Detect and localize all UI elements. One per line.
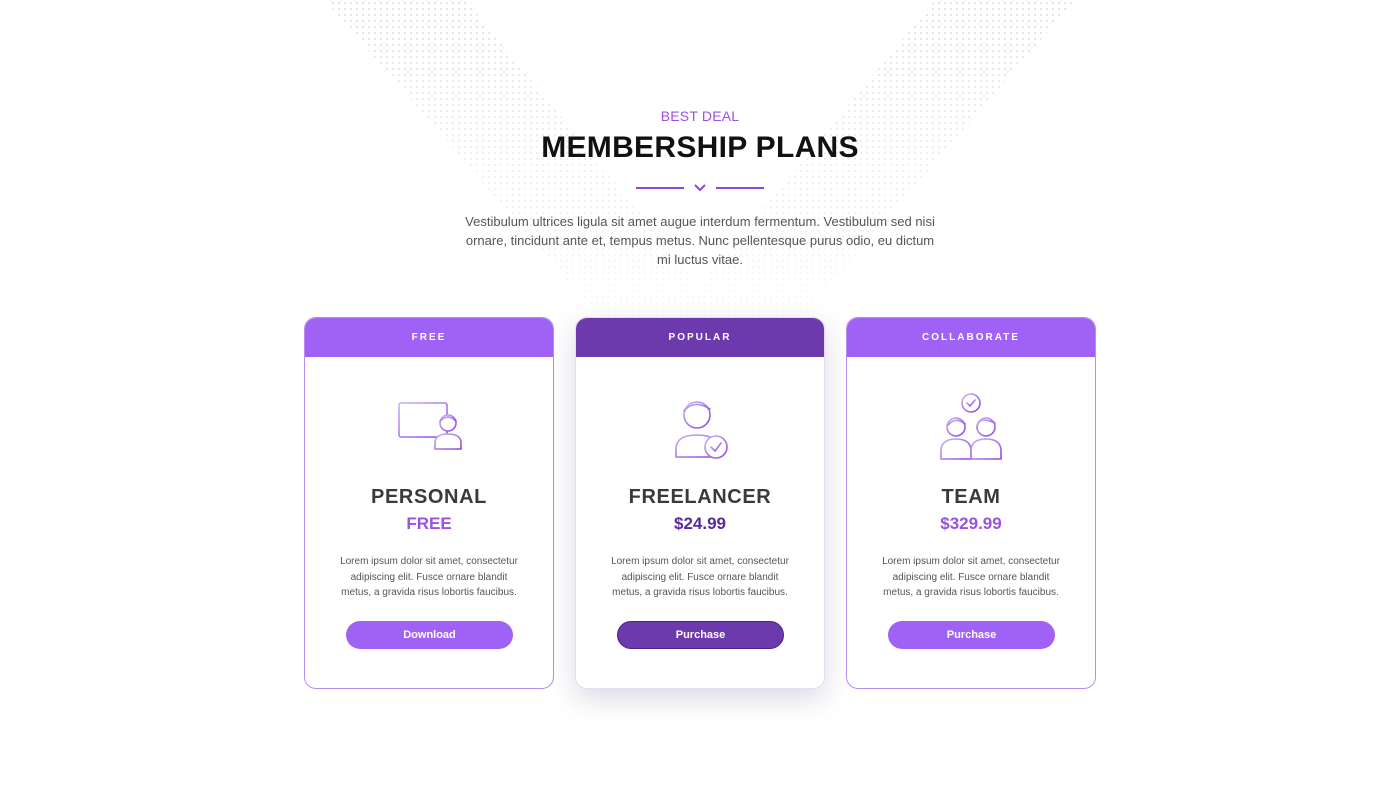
plan-tag: COLLABORATE [847,318,1095,357]
divider-line-left [636,187,684,189]
computer-user-icon [393,393,465,465]
plan-name: PERSONAL [371,486,487,508]
eyebrow-text: BEST DEAL [660,108,740,124]
plan-description: Lorem ipsum dolor sit amet, consectetur … [882,556,1060,598]
plan-card-team: COLLABORATE TEAM $329.99 Lorem ipsum dol… [846,317,1096,689]
plan-price: FREE [406,514,452,533]
divider-line-right [716,187,764,189]
team-icon [935,393,1007,465]
plans-grid: FREE PERSONAL FREE Lorem ipsum dolor sit… [304,317,1096,689]
download-button[interactable]: Download [346,621,513,649]
purchase-button[interactable]: Purchase [888,621,1055,649]
plan-price: $24.99 [674,514,726,533]
plan-tag: POPULAR [576,318,824,357]
plan-card-freelancer: POPULAR FREELANCER $24.99 Lorem ipsum do… [575,317,825,689]
plan-description: Lorem ipsum dolor sit amet, consectetur … [611,556,789,598]
plan-name: FREELANCER [628,486,772,508]
chevron-down-icon [684,180,716,196]
purchase-button[interactable]: Purchase [617,621,784,649]
intro-text: Vestibulum ultrices ligula sit amet augu… [465,214,935,267]
plan-card-personal: FREE PERSONAL FREE Lorem ipsum dolor sit… [304,317,554,689]
plan-tag: FREE [305,318,553,357]
title-divider [635,180,765,196]
page-title: MEMBERSHIP PLANS [541,131,859,164]
plan-description: Lorem ipsum dolor sit amet, consectetur … [340,556,518,598]
verified-user-icon [664,393,736,465]
plan-name: TEAM [941,486,1001,508]
plan-price: $329.99 [940,514,1002,533]
section-header: BEST DEAL MEMBERSHIP PLANS Vestibulum ul… [0,106,1400,269]
